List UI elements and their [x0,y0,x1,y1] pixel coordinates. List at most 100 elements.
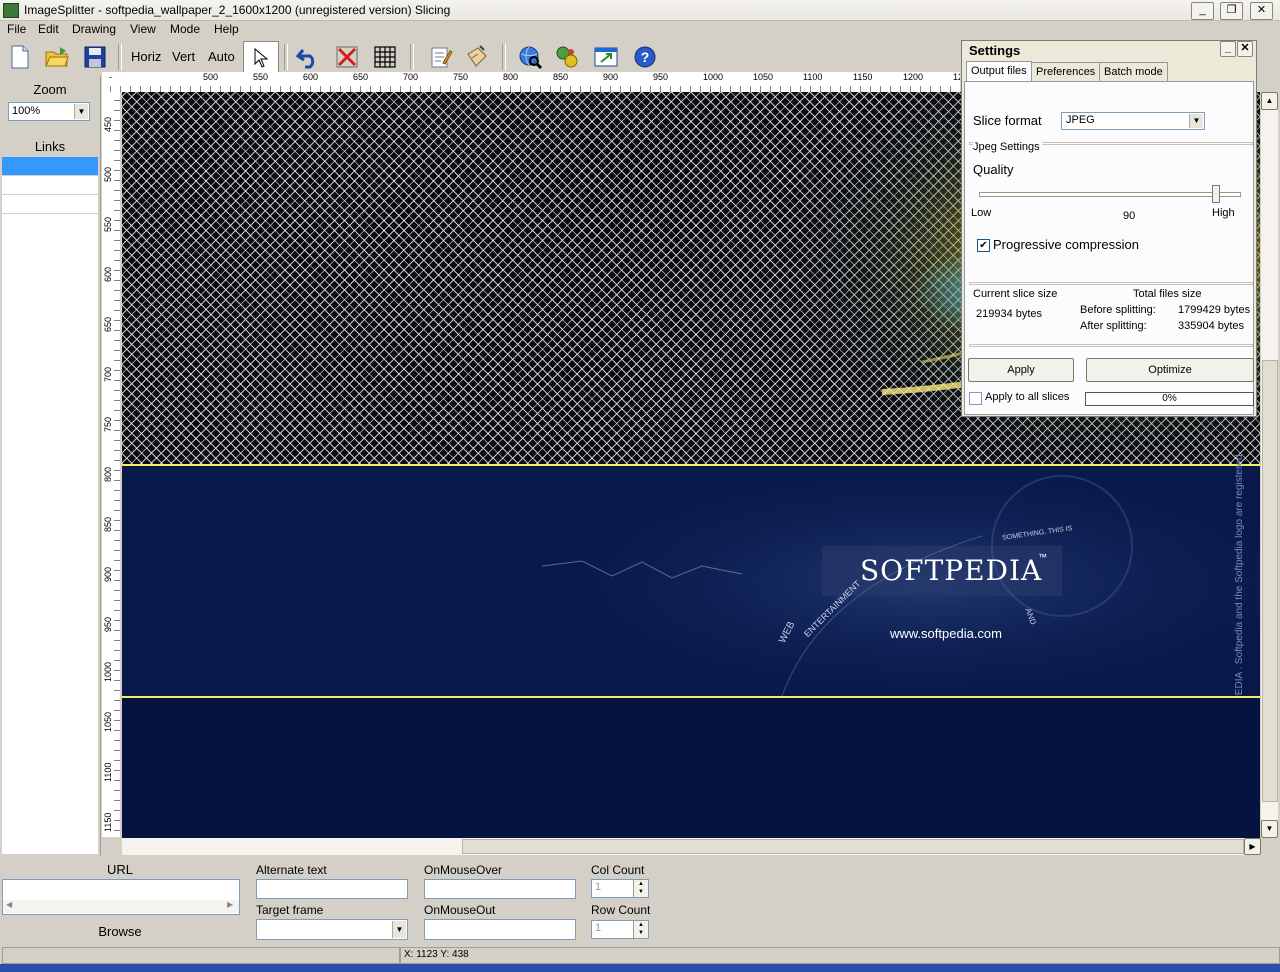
col-count-value: 1 [595,881,602,893]
spinner-arrows-icon[interactable]: ▲ ▼ [633,880,648,897]
globe-search-icon[interactable] [513,41,547,73]
scroll-left-icon[interactable]: ◀ [6,900,12,909]
row-count-stepper[interactable]: 1 ▲ ▼ [591,920,649,939]
before-splitting-label: Before splitting: [1080,304,1156,316]
menu-edit[interactable]: Edit [38,22,59,36]
quality-high-label: High [1212,207,1235,219]
alt-text-label: Alternate text [256,863,327,877]
spinner-arrows-icon[interactable]: ▲ ▼ [633,921,648,938]
vert-button[interactable]: Vert [172,49,195,64]
trademark: ™ [1038,552,1047,562]
svg-text:?: ? [641,49,650,65]
plugins-icon[interactable] [550,41,584,73]
ruler-label: 800 [103,466,113,482]
scroll-right-icon[interactable]: ▶ [1244,838,1261,855]
open-folder-icon[interactable] [40,41,74,73]
minimize-button[interactable]: _ [1191,2,1214,20]
ruler-label: 450 [103,116,113,132]
links-list[interactable] [2,157,98,854]
ruler-label: 1150 [103,812,113,832]
auto-button[interactable]: Auto [208,49,235,64]
onmouseover-input[interactable] [424,879,576,899]
zoom-combo[interactable]: 100% ▼ [8,102,90,121]
close-button[interactable]: ✕ [1250,2,1273,20]
bottom-slice[interactable] [122,698,1260,838]
scroll-thumb[interactable] [462,839,1244,854]
status-pane [2,947,400,964]
scroll-up-icon[interactable]: ▲ [1261,92,1278,110]
ruler-label: 700 [103,366,113,382]
quality-slider-track[interactable] [979,192,1241,197]
apply-all-label: Apply to all slices [985,391,1070,403]
export-tool-icon[interactable] [460,41,494,73]
quality-slider-thumb[interactable] [1212,185,1220,203]
menu-bar: File Edit Drawing View Mode Help [0,20,960,38]
ruler-label: 550 [253,72,269,82]
scroll-thumb[interactable] [1262,360,1278,802]
chevron-down-icon[interactable]: ▼ [74,104,88,119]
title-bar: ImageSplitter - softpedia_wallpaper_2_16… [0,0,1280,21]
help-icon[interactable]: ? [628,41,662,73]
scroll-down-icon[interactable]: ▼ [1261,820,1278,838]
menu-file[interactable]: File [7,22,26,36]
pointer-select-icon[interactable] [243,41,279,75]
tab-output-files[interactable]: Output files [966,61,1032,82]
zoom-label: Zoom [33,82,67,97]
list-item-selected[interactable] [2,157,98,176]
softpedia-brand: SOFTPEDIA [860,554,1043,587]
ruler-label: 950 [103,616,113,632]
chevron-down-icon[interactable]: ▼ [392,921,406,938]
after-splitting-value: 335904 bytes [1178,320,1245,332]
save-disk-icon[interactable] [78,41,112,73]
browse-button[interactable]: Browse [0,924,240,939]
ruler-label: 600 [303,72,319,82]
maximize-button[interactable]: ❐ [1220,2,1243,20]
slice-format-select[interactable]: JPEG ▼ [1061,112,1205,130]
delete-x-icon[interactable] [330,41,364,73]
horizontal-scrollbar[interactable]: ▶ [122,838,1261,855]
optimize-button[interactable]: Optimize [1086,358,1254,382]
url-hscroll[interactable]: ◀ ▶ [3,900,239,913]
ruler-label: 1000 [103,661,113,682]
tab-batch-mode[interactable]: Batch mode [1099,62,1168,81]
undo-icon[interactable] [292,41,326,73]
onmouseout-input[interactable] [424,919,576,940]
status-pane: X: 1123 Y: 438 [400,947,1280,964]
alt-text-input[interactable] [256,879,408,899]
scroll-right-icon[interactable]: ▶ [227,900,233,909]
menu-mode[interactable]: Mode [170,22,200,36]
vertical-scrollbar[interactable]: ▲ ▼ [1261,92,1278,838]
horiz-button[interactable]: Horiz [131,49,161,64]
edit-notes-icon[interactable] [424,41,458,73]
menu-help[interactable]: Help [214,22,239,36]
ruler-label: 1200 [903,72,924,82]
url-input[interactable]: ◀ ▶ [2,879,240,915]
new-file-icon[interactable] [3,41,37,73]
ruler-label: 850 [553,72,569,82]
menu-drawing[interactable]: Drawing [72,22,116,36]
current-slice-size-value: 219934 bytes [976,308,1043,320]
row-count-value: 1 [595,922,602,934]
tab-preferences[interactable]: Preferences [1031,62,1101,81]
list-item[interactable] [2,176,98,195]
col-count-stepper[interactable]: 1 ▲ ▼ [591,879,649,898]
apply-all-checkbox[interactable] [969,392,982,405]
pin-icon[interactable]: _ [1220,41,1236,57]
total-files-size-label: Total files size [1133,288,1202,300]
progressive-checkbox[interactable]: ✔ [977,239,990,252]
ruler-label: 950 [653,72,669,82]
target-frame-select[interactable]: ▼ [256,919,408,940]
grid-icon[interactable] [368,41,402,73]
close-icon[interactable]: ✕ [1237,41,1253,57]
progressive-label: Progressive compression [993,237,1139,252]
list-item[interactable] [2,195,98,214]
left-panel: Zoom 100% ▼ Links [0,76,101,856]
preview-window-icon[interactable] [589,41,623,73]
menu-view[interactable]: View [130,22,156,36]
chevron-down-icon[interactable]: ▼ [1189,114,1203,128]
apply-button[interactable]: Apply [968,358,1074,382]
ruler-label: 700 [403,72,419,82]
toolbar-separator [284,44,288,70]
jpeg-settings-label: Jpeg Settings [973,141,1042,153]
ruler-label: 500 [203,72,219,82]
